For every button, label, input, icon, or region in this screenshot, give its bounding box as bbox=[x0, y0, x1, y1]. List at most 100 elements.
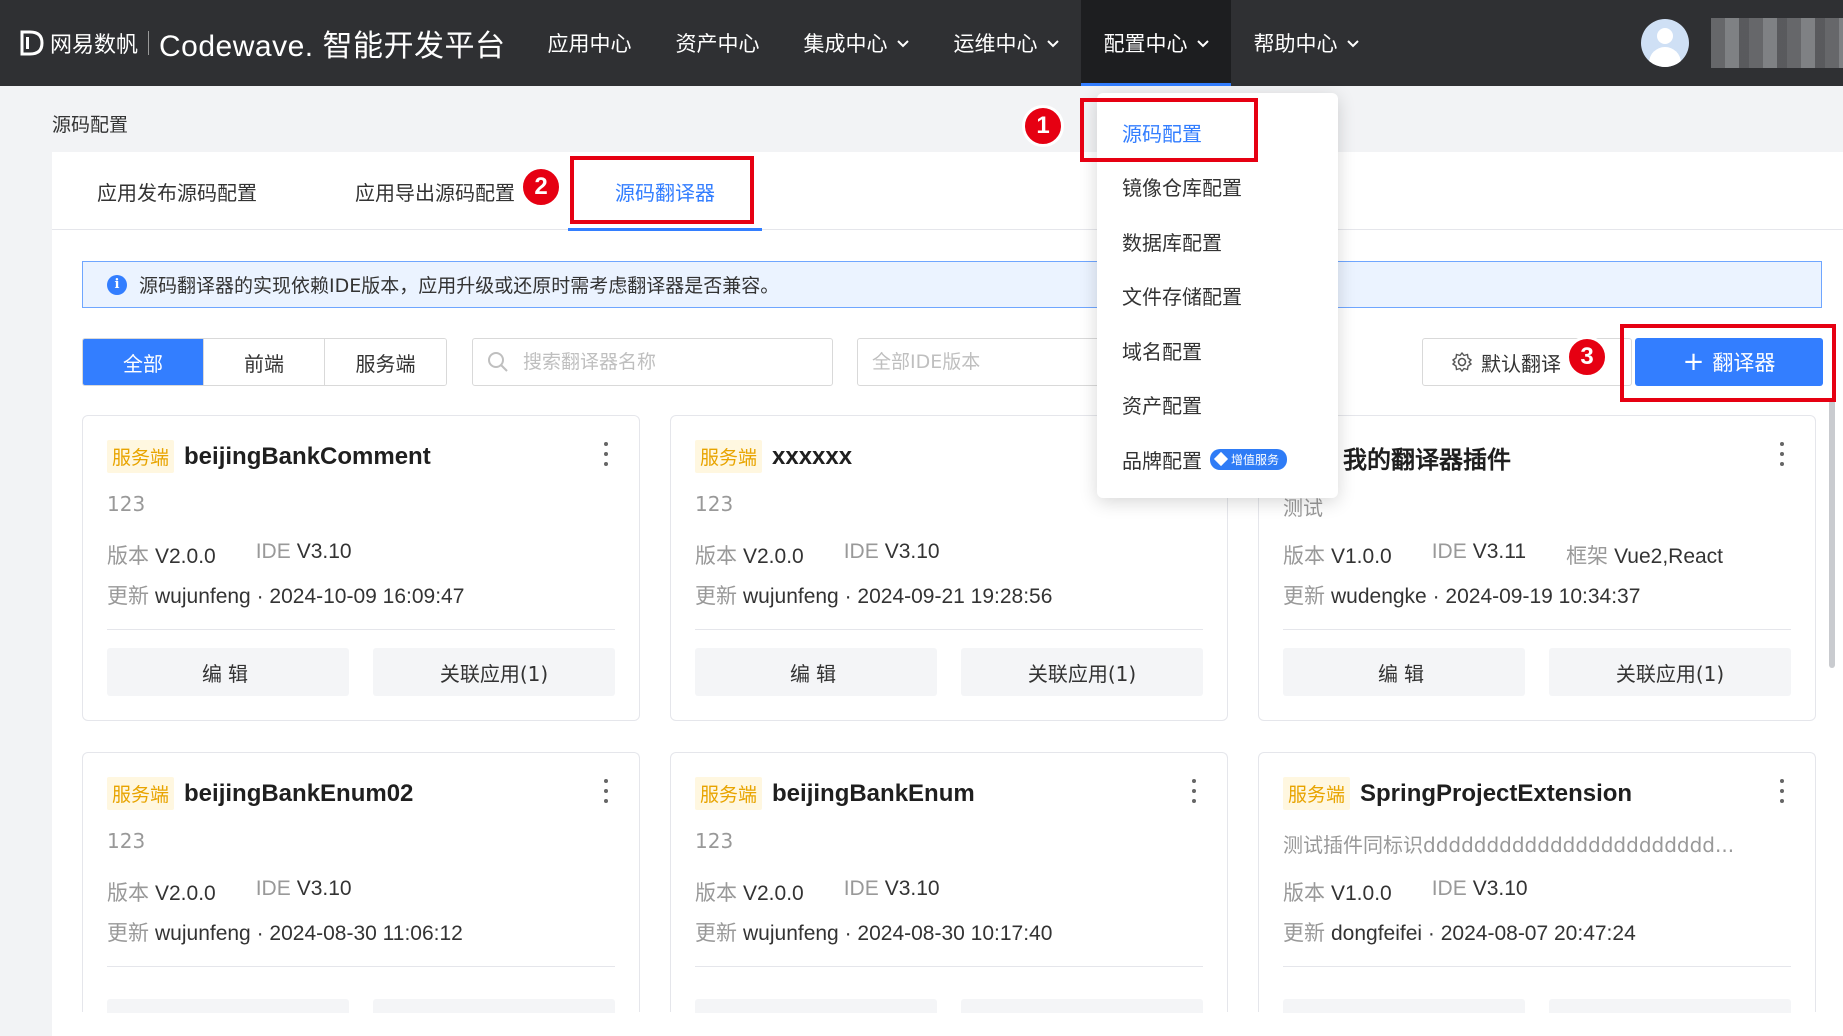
main-nav: 应用中心 资产中心 集成中心 运维中心 配置中心 帮助中心 bbox=[525, 0, 1381, 86]
nav-label: 资产中心 bbox=[675, 32, 760, 56]
filter-backend-button[interactable]: 服务端 bbox=[325, 339, 446, 385]
card-header: 服务端 beijingBankEnum bbox=[695, 777, 975, 810]
tab-publish-source-config[interactable]: 应用发布源码配置 bbox=[97, 152, 257, 230]
ide-version-select[interactable] bbox=[857, 338, 1117, 386]
edit-button[interactable] bbox=[695, 999, 937, 1013]
linked-apps-button[interactable] bbox=[1549, 999, 1791, 1013]
more-options-icon[interactable] bbox=[1777, 442, 1787, 466]
brand[interactable]: 网易数帆 Codewave. 智能开发平台 bbox=[0, 0, 505, 86]
version-value: V2.0.0 bbox=[743, 882, 804, 905]
card-title: SpringProjectExtension bbox=[1360, 779, 1633, 807]
translator-card[interactable]: 服务端 beijingBankEnum 123 版本 V2.0.0 IDE V3.1… bbox=[670, 752, 1228, 1013]
nav-item-config[interactable]: 配置中心 bbox=[1081, 0, 1232, 86]
ide-label: IDE bbox=[255, 877, 291, 900]
type-tag: 服务端 bbox=[107, 440, 175, 473]
badge-label: 增值服务 bbox=[1231, 452, 1280, 467]
card-divider bbox=[695, 966, 1203, 967]
brand-divider bbox=[148, 31, 150, 55]
ide-value: V3.10 bbox=[296, 540, 352, 563]
edit-button[interactable]: 编辑 bbox=[107, 648, 349, 696]
nav-item-assets[interactable]: 资产中心 bbox=[653, 0, 781, 86]
filter-frontend-button[interactable]: 前端 bbox=[204, 339, 325, 385]
translator-card[interactable]: 服务端 SpringProjectExtension 测试插件同标识dddddd… bbox=[1258, 752, 1816, 1013]
linked-apps-button[interactable] bbox=[961, 999, 1203, 1013]
card-meta: 版本 V2.0.0 IDE V3.10 bbox=[695, 540, 980, 570]
nav-item-integration[interactable]: 集成中心 bbox=[781, 0, 931, 86]
nav-label: 配置中心 bbox=[1103, 32, 1188, 56]
more-options-icon[interactable] bbox=[1777, 779, 1787, 803]
nav-item-ops[interactable]: 运维中心 bbox=[931, 0, 1081, 86]
version-value: V1.0.0 bbox=[1331, 545, 1392, 568]
step-badge-1: 1 bbox=[1022, 105, 1064, 147]
highlight-box-add-button bbox=[1620, 324, 1836, 402]
notice-text: 源码翻译器的实现依赖IDE版本，应用升级或还原时需考虑翻译器是否兼容。 bbox=[139, 275, 780, 297]
updated-time: · 2024-08-07 20:47:24 bbox=[1427, 922, 1636, 945]
menu-item-assets[interactable]: 资产配置 bbox=[1097, 378, 1338, 433]
more-options-icon[interactable] bbox=[601, 779, 611, 803]
card-divider bbox=[695, 629, 1203, 630]
card-header: 服务端 xxxxxx bbox=[695, 440, 852, 473]
menu-item-domain[interactable]: 域名配置 bbox=[1097, 323, 1338, 378]
ide-version-input[interactable] bbox=[872, 351, 1116, 373]
edit-button[interactable]: 编辑 bbox=[1283, 648, 1525, 696]
nav-item-apps[interactable]: 应用中心 bbox=[525, 0, 653, 86]
main-panel: 应用发布源码配置 应用导出源码配置 源码翻译器 i 源码翻译器的实现依赖IDE版… bbox=[52, 152, 1843, 1036]
card-divider bbox=[1283, 966, 1791, 967]
framework-value: Vue2,React bbox=[1614, 545, 1724, 568]
top-nav-bar: 网易数帆 Codewave. 智能开发平台 应用中心 资产中心 集成中心 运维中… bbox=[0, 0, 1843, 86]
diamond-icon bbox=[1213, 452, 1229, 467]
updated-user: dongfeifei bbox=[1331, 922, 1423, 945]
ide-label: IDE bbox=[1431, 540, 1467, 563]
linked-apps-button[interactable]: 关联应用(1) bbox=[961, 648, 1203, 696]
highlight-box-translator-tab bbox=[570, 156, 754, 224]
blurred-username bbox=[1711, 18, 1843, 68]
scrollbar[interactable] bbox=[1829, 400, 1835, 668]
card-divider bbox=[107, 966, 615, 967]
menu-item-file-storage[interactable]: 文件存储配置 bbox=[1097, 269, 1338, 324]
menu-item-image-registry[interactable]: 镜像仓库配置 bbox=[1097, 160, 1338, 215]
linked-apps-button[interactable]: 关联应用(1) bbox=[373, 648, 615, 696]
type-filter: 全部 前端 服务端 bbox=[82, 338, 447, 386]
updated-time: · 2024-08-30 10:17:40 bbox=[844, 922, 1053, 945]
nav-item-help[interactable]: 帮助中心 bbox=[1231, 0, 1381, 86]
ide-value: V3.11 bbox=[1472, 540, 1527, 563]
ide-label: IDE bbox=[843, 540, 879, 563]
translator-card[interactable]: 服务端 beijingBankEnum02 123 版本 V2.0.0 IDE V3… bbox=[82, 752, 640, 1013]
edit-button[interactable] bbox=[107, 999, 349, 1013]
chevron-down-icon bbox=[1347, 40, 1360, 48]
menu-item-brand[interactable]: 品牌配置 增值服务 bbox=[1097, 432, 1338, 487]
card-description: 123 bbox=[695, 829, 734, 853]
updated-time: · 2024-09-21 19:28:56 bbox=[844, 585, 1053, 608]
ide-value: V3.10 bbox=[296, 877, 352, 900]
card-meta: 版本 V2.0.0 IDE V3.10 bbox=[107, 877, 392, 907]
filter-all-button[interactable]: 全部 bbox=[83, 339, 204, 385]
search-input[interactable] bbox=[523, 351, 803, 373]
version-value: V2.0.0 bbox=[743, 545, 804, 568]
card-description: 123 bbox=[107, 829, 146, 853]
framework-label: 框架 bbox=[1566, 545, 1609, 568]
card-header: 服务端 beijingBankComment bbox=[107, 440, 431, 473]
tab-bar: 应用发布源码配置 应用导出源码配置 源码翻译器 bbox=[52, 152, 1843, 231]
updated-user: wujunfeng bbox=[743, 585, 839, 608]
translator-card[interactable]: 服务端 beijingBankComment 123 版本 V2.0.0 IDE V… bbox=[82, 415, 640, 721]
more-options-icon[interactable] bbox=[601, 442, 611, 466]
avatar[interactable] bbox=[1641, 19, 1689, 67]
ide-label: IDE bbox=[255, 540, 291, 563]
edit-button[interactable] bbox=[1283, 999, 1525, 1013]
card-header: 服务端 beijingBankEnum02 bbox=[107, 777, 413, 810]
card-updated: 更新 wujunfeng · 2024-09-21 19:28:56 bbox=[695, 580, 1052, 610]
card-meta: 版本 V1.0.0 IDE V3.10 bbox=[1283, 877, 1568, 907]
linked-apps-button[interactable] bbox=[373, 999, 615, 1013]
edit-button[interactable]: 编辑 bbox=[695, 648, 937, 696]
menu-item-database[interactable]: 数据库配置 bbox=[1097, 214, 1338, 269]
translator-card[interactable]: 我的翻译器插件 测试 版本 V1.0.0 IDE V3.11 框架 Vue2,Reac… bbox=[1258, 415, 1816, 721]
card-description: 123 bbox=[695, 492, 734, 516]
linked-apps-button[interactable]: 关联应用(1) bbox=[1549, 648, 1791, 696]
netease-logo-icon bbox=[20, 30, 44, 56]
version-label: 版本 bbox=[1283, 882, 1325, 905]
user-menu[interactable] bbox=[1641, 0, 1843, 86]
more-options-icon[interactable] bbox=[1189, 779, 1199, 803]
card-description: 123 bbox=[107, 492, 146, 516]
updated-label: 更新 bbox=[695, 922, 737, 945]
tab-export-source-config[interactable]: 应用导出源码配置 bbox=[355, 152, 515, 230]
